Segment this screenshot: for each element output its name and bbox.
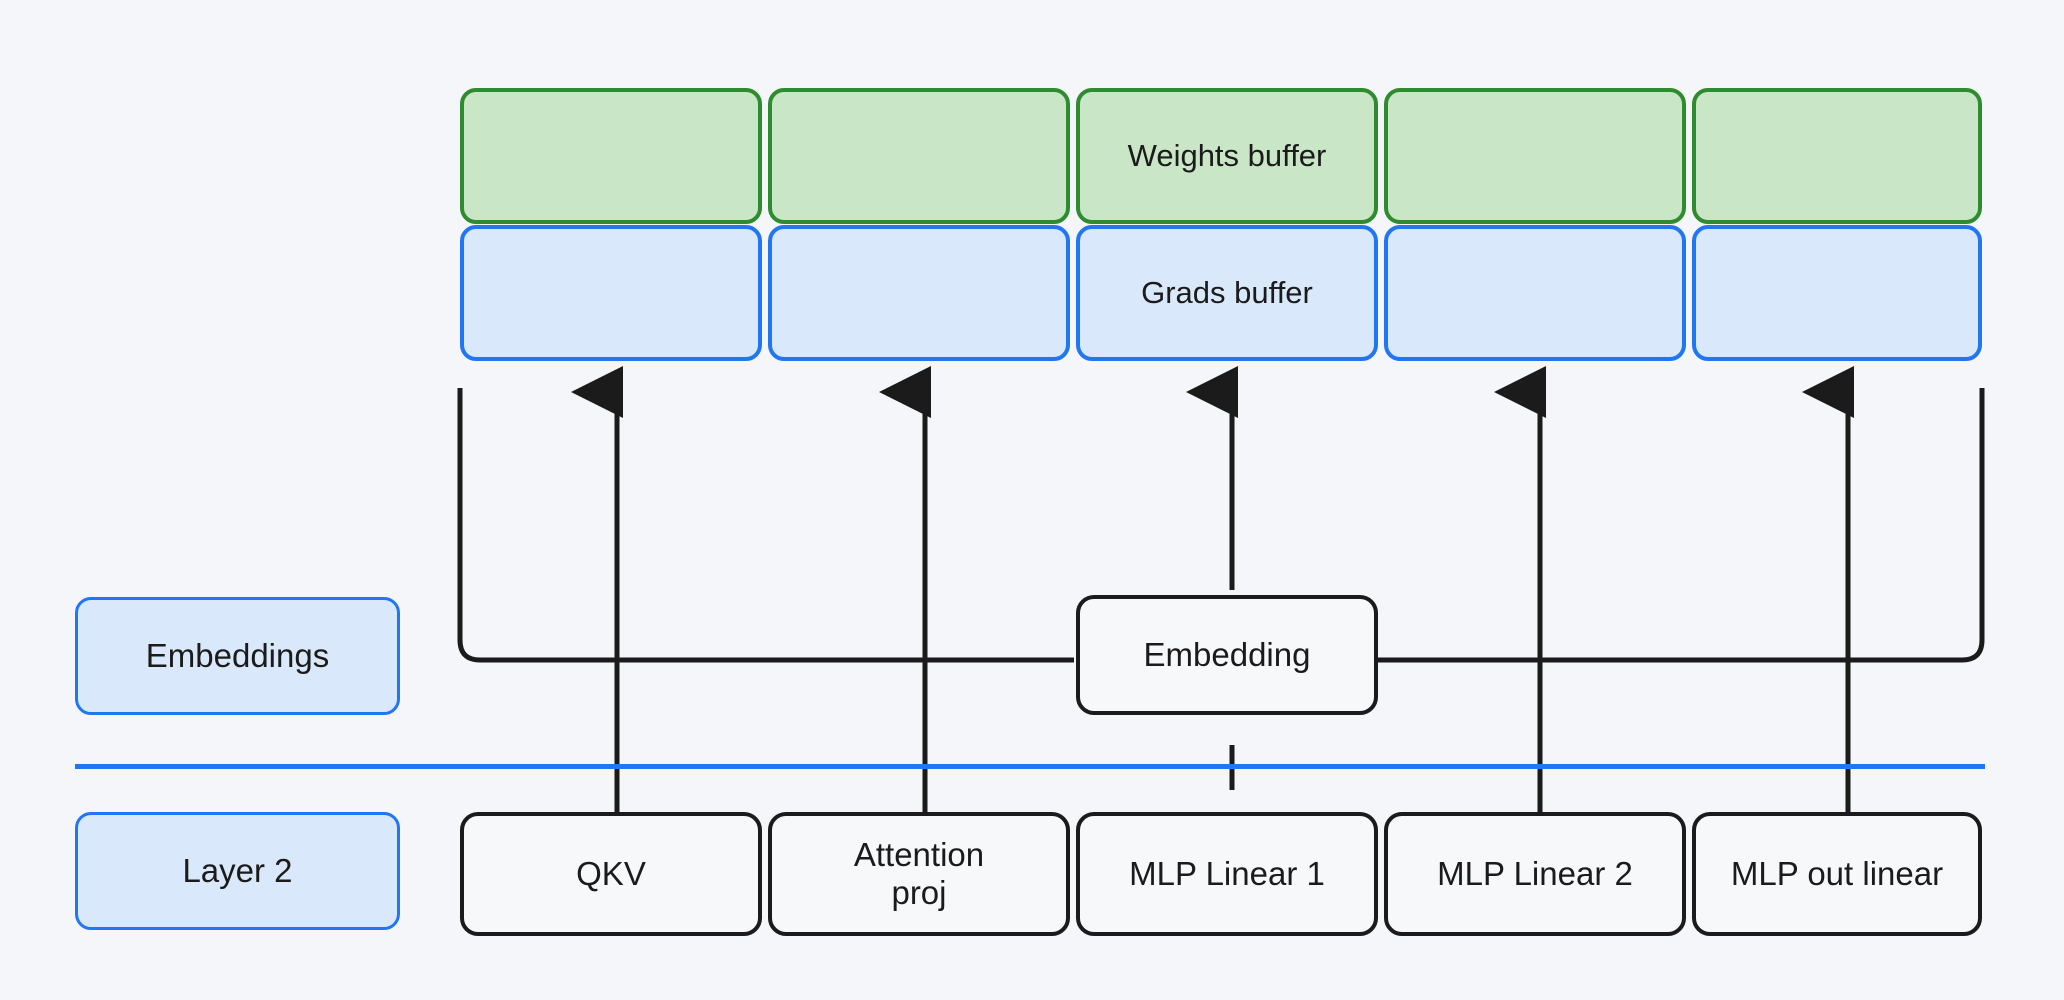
weights-buffer-cell-3[interactable]: Weights buffer [1076,88,1378,224]
legend-layer-2[interactable]: Layer 2 [75,812,400,930]
op-mlp-linear-2[interactable]: MLP Linear 2 [1384,812,1686,936]
right-bracket-wire [1378,388,1985,663]
op-mlp-linear-1[interactable]: MLP Linear 1 [1076,812,1378,936]
weights-buffer-cell-4[interactable] [1384,88,1686,224]
weights-buffer-cell-1[interactable] [460,88,762,224]
diagram-canvas: Weights buffer Grads buffer Embeddings L… [0,0,2064,1000]
legend-embeddings[interactable]: Embeddings [75,597,400,715]
grads-buffer-cell-1[interactable] [460,225,762,361]
grads-buffer-cell-4[interactable] [1384,225,1686,361]
op-attention-proj[interactable]: Attention proj [768,812,1070,936]
embedding-node[interactable]: Embedding [1076,595,1378,715]
weights-buffer-cell-5[interactable] [1692,88,1982,224]
op-mlp-out-linear[interactable]: MLP out linear [1692,812,1982,936]
grads-buffer-cell-2[interactable] [768,225,1070,361]
grads-buffer-cell-5[interactable] [1692,225,1982,361]
left-bracket-wire [457,388,1074,663]
phase-divider-line [75,764,1985,769]
grads-buffer-cell-3[interactable]: Grads buffer [1076,225,1378,361]
weights-buffer-cell-2[interactable] [768,88,1070,224]
op-qkv[interactable]: QKV [460,812,762,936]
